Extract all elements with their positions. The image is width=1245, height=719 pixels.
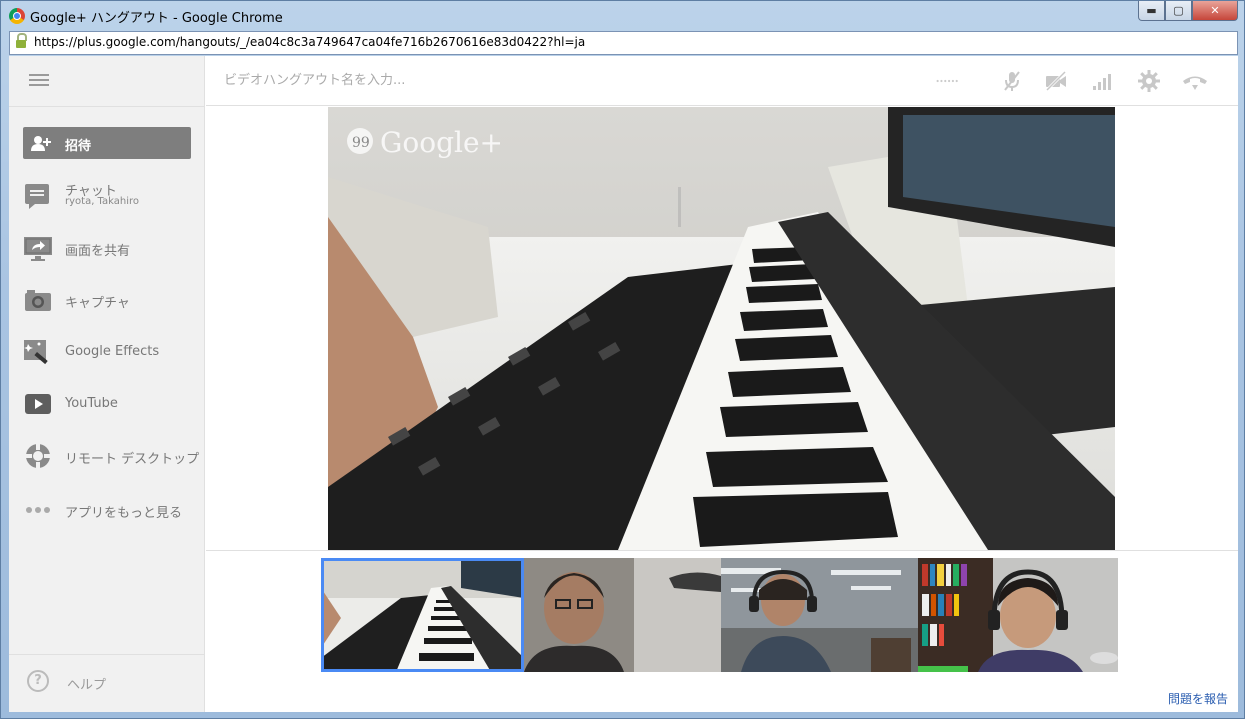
- maximize-button[interactable]: ▢: [1165, 1, 1192, 21]
- invite-button[interactable]: 招待: [23, 127, 191, 159]
- address-bar[interactable]: https://plus.google.com/hangouts/_/ea04c…: [9, 31, 1238, 55]
- add-person-icon: [31, 136, 51, 151]
- camera-icon: [25, 290, 51, 311]
- hangup-icon[interactable]: [1181, 69, 1209, 93]
- svg-text:99: 99: [352, 135, 370, 151]
- invite-label: 招待: [65, 139, 92, 154]
- divider: [9, 106, 205, 107]
- thumbnail-keyboard-feed[interactable]: [321, 558, 524, 672]
- url-text[interactable]: https://plus.google.com/hangouts/_/ea04c…: [34, 35, 585, 49]
- help-icon: ?: [27, 670, 49, 692]
- hamburger-icon[interactable]: [29, 74, 49, 88]
- dots-icon[interactable]: [936, 69, 960, 93]
- chat-icon: [25, 184, 49, 209]
- chrome-icon: [9, 8, 25, 24]
- main-video: 99 Google+: [328, 107, 1115, 550]
- window-controls: ▬ ▢ ✕: [1138, 1, 1238, 21]
- more-apps-icon: [26, 507, 50, 513]
- minimize-button[interactable]: ▬: [1138, 1, 1165, 21]
- sidebar-item-remote-desktop[interactable]: リモート デスクトップ: [23, 438, 203, 474]
- browser-window: Google+ ハングアウト - Google Chrome ▬ ▢ ✕ htt…: [0, 0, 1245, 719]
- gear-icon[interactable]: [1137, 69, 1161, 93]
- sidebar-item-label: Google Effects: [65, 344, 160, 359]
- sidebar-item-capture[interactable]: キャプチャ: [23, 282, 203, 318]
- hangout-app: 招待 チャット ryota, Takahiro 画面を共有 キャプチャ Goog…: [9, 56, 1238, 712]
- sidebar-item-label: 画面を共有: [65, 244, 131, 259]
- sidebar-item-google-effects[interactable]: Google Effects: [23, 334, 203, 370]
- effects-wand-icon: [24, 340, 48, 365]
- sidebar-item-youtube[interactable]: YouTube: [23, 386, 203, 422]
- divider: [206, 550, 1238, 551]
- chat-participants: ryota, Takahiro: [65, 196, 140, 207]
- sidebar-item-label: キャプチャ: [65, 296, 130, 311]
- hangout-toolbar: [206, 56, 1238, 106]
- help-label: ヘルプ: [67, 678, 107, 693]
- window-title: Google+ ハングアウト - Google Chrome: [30, 11, 283, 26]
- title-bar: Google+ ハングアウト - Google Chrome ▬ ▢ ✕: [1, 1, 1244, 31]
- sidebar-item-screenshare[interactable]: 画面を共有: [23, 230, 203, 266]
- mic-muted-icon[interactable]: [1000, 69, 1024, 93]
- hangout-name-input[interactable]: [222, 72, 826, 89]
- sidebar-item-label: アプリをもっと見る: [65, 506, 183, 521]
- watermark-text: Google+: [380, 126, 503, 159]
- sidebar-item-label: リモート デスクトップ: [65, 452, 200, 467]
- report-problem-link[interactable]: 問題を報告: [1168, 690, 1228, 707]
- thumbnail-participant-1[interactable]: [524, 558, 721, 672]
- signal-icon[interactable]: [1090, 69, 1114, 93]
- sidebar-item-more-apps[interactable]: アプリをもっと見る: [23, 492, 203, 528]
- sidebar-item-label: YouTube: [65, 396, 118, 411]
- screenshare-icon: [24, 237, 52, 261]
- keyboard-video-feed: 99 Google+: [328, 107, 1115, 550]
- lock-icon: [16, 33, 27, 48]
- divider: [9, 654, 205, 655]
- close-button[interactable]: ✕: [1192, 1, 1238, 21]
- youtube-icon: [25, 394, 51, 414]
- sidebar-item-chat[interactable]: チャット ryota, Takahiro: [23, 178, 203, 214]
- sidebar: 招待 チャット ryota, Takahiro 画面を共有 キャプチャ Goog…: [9, 56, 205, 712]
- thumbnail-participant-3[interactable]: [918, 558, 1118, 672]
- thumbnail-participant-2[interactable]: [721, 558, 918, 672]
- remote-desktop-icon: [25, 443, 51, 469]
- camera-off-icon[interactable]: [1044, 69, 1068, 93]
